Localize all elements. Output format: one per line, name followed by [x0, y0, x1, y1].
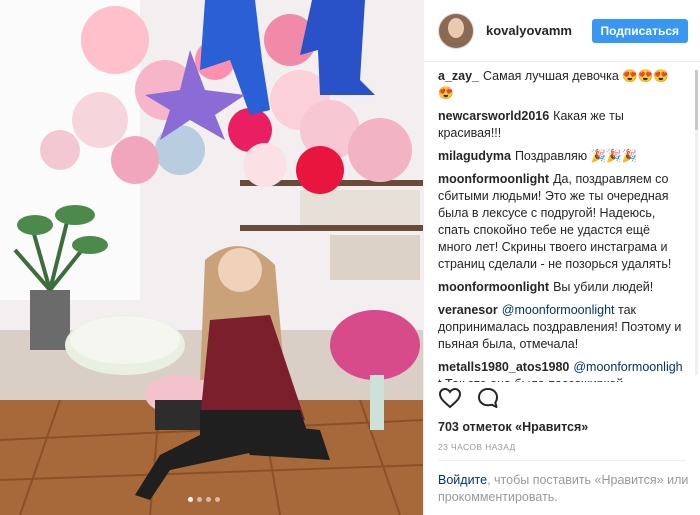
carousel-dot[interactable] [215, 497, 220, 502]
comment-text: Вы убили людей! [553, 280, 654, 294]
carousel-dot[interactable] [206, 497, 211, 502]
divider [438, 460, 686, 461]
post-username[interactable]: kovalyovamm [486, 23, 592, 38]
login-link[interactable]: Войдите [438, 473, 487, 487]
post-sidebar: kovalyovamm Подписаться a_zay_ Самая лучш… [423, 0, 700, 515]
login-prompt: Войдите, чтобы поставить «Нравится» или … [438, 472, 693, 506]
comment-username[interactable]: moonformoonlight [438, 172, 549, 186]
comment-username[interactable]: a_zay_ [438, 69, 479, 83]
comment-item: milagudyma Поздравляю 🎉🎉🎉 [438, 148, 684, 165]
comment-item: veranesor @moonformoonlight так допринима… [438, 302, 684, 353]
comment-text: Поздравляю 🎉🎉🎉 [514, 149, 638, 163]
comments-list[interactable]: a_zay_ Самая лучшая девочка 😍😍😍😍 newcarswo… [424, 62, 692, 382]
comment-username[interactable]: veranesor [438, 303, 498, 317]
post-photo[interactable] [0, 0, 423, 515]
carousel-dot[interactable] [188, 497, 193, 502]
photo-illustration [0, 0, 423, 515]
follow-button[interactable]: Подписаться [591, 18, 688, 43]
comment-text: Так это она была пассажиркой автомобиля?… [438, 377, 623, 382]
post-actions [438, 386, 500, 410]
carousel-indicator[interactable] [188, 497, 220, 502]
comment-icon[interactable] [476, 386, 500, 410]
heart-icon[interactable] [438, 386, 462, 410]
comment-username[interactable]: newcarsworld2016 [438, 109, 549, 123]
likes-count[interactable]: 703 отметок «Нравится» [438, 420, 588, 434]
comment-item: a_zay_ Самая лучшая девочка 😍😍😍😍 [438, 68, 684, 102]
comment-item: metalls1980_atos1980@moonformoonlight Та… [438, 359, 684, 382]
comment-username[interactable]: moonformoonlight [438, 280, 549, 294]
post-header: kovalyovamm Подписаться [424, 0, 700, 62]
scrollbar-thumb[interactable] [695, 70, 698, 130]
comment-mention[interactable]: @moonformoonlight [502, 303, 615, 317]
comment-item: moonformoonlight Да, поздравляем со сбиты… [438, 171, 684, 273]
comment-item: newcarsworld2016 Какая же ты красивая!!! [438, 108, 684, 142]
carousel-dot[interactable] [197, 497, 202, 502]
comment-item: moonformoonlight Вы убили людей! [438, 279, 684, 296]
comment-username[interactable]: metalls1980_atos1980 [438, 360, 569, 374]
comment-text: Да, поздравляем со сбитыми людьми! Это ж… [438, 172, 672, 271]
post-timestamp[interactable]: 23 ЧАСОВ НАЗАД [438, 442, 516, 452]
comment-username[interactable]: milagudyma [438, 149, 511, 163]
comments-scrollbar[interactable] [695, 70, 698, 375]
avatar[interactable] [438, 12, 474, 49]
